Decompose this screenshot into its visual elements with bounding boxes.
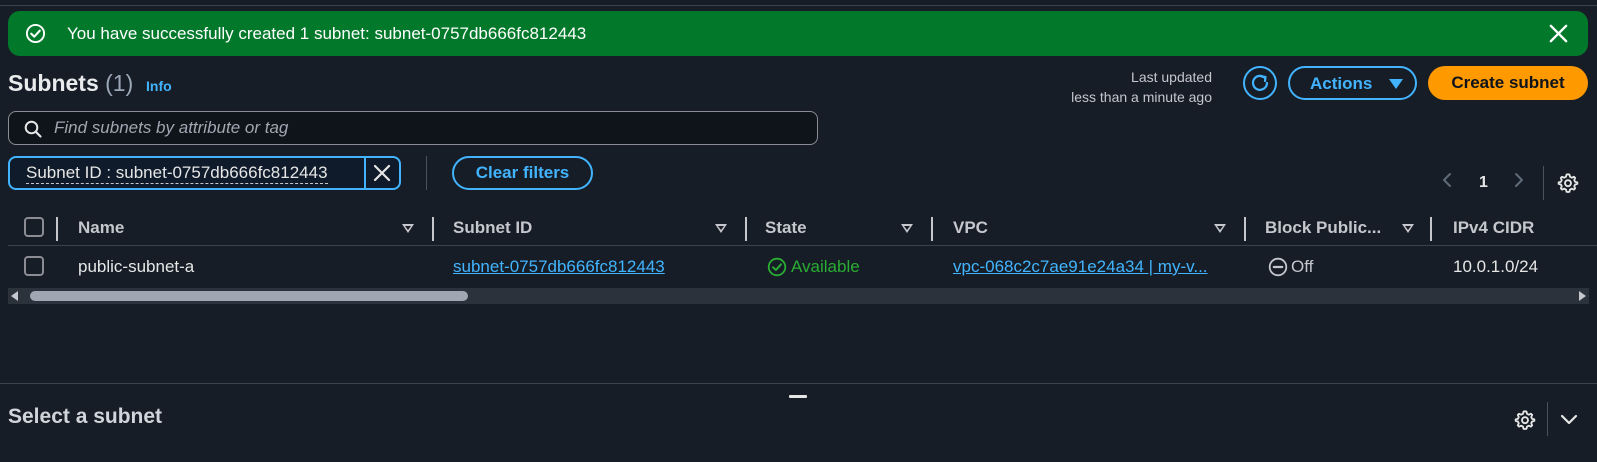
split-panel-resize-handle[interactable] — [789, 395, 807, 398]
column-divider[interactable] — [745, 217, 747, 241]
sort-caret-icon[interactable] — [1214, 224, 1226, 233]
previous-page-icon[interactable] — [1442, 172, 1452, 188]
last-updated-label: Last updated — [1131, 69, 1212, 85]
caret-down-icon — [1389, 79, 1403, 89]
refresh-button[interactable] — [1243, 66, 1277, 100]
column-divider[interactable] — [56, 217, 58, 241]
scroll-right-icon[interactable] — [1579, 291, 1586, 301]
page-number[interactable]: 1 — [1479, 174, 1488, 192]
actions-label: Actions — [1310, 74, 1373, 93]
column-header-name[interactable]: Name — [78, 218, 124, 238]
status-off-icon — [1268, 257, 1288, 277]
info-link[interactable]: Info — [146, 78, 172, 94]
subnet-count: (1) — [105, 70, 134, 96]
column-divider[interactable] — [931, 217, 933, 241]
filter-divider — [426, 156, 427, 190]
create-subnet-button[interactable]: Create subnet — [1428, 66, 1588, 100]
select-all-checkbox[interactable] — [24, 217, 44, 237]
column-header-vpc[interactable]: VPC — [953, 218, 988, 238]
page-title: Subnets (1) — [8, 70, 133, 97]
split-panel-separator — [1547, 402, 1548, 436]
column-header-block-public[interactable]: Block Public... — [1265, 218, 1381, 238]
pagination-divider — [1543, 166, 1544, 200]
flash-message: You have successfully created 1 subnet: … — [67, 24, 587, 43]
split-panel-divider — [0, 383, 1597, 384]
remove-filter-icon[interactable] — [372, 163, 392, 183]
column-header-ipv4-cidr[interactable]: IPv4 CIDR — [1453, 218, 1534, 238]
filter-token-label[interactable]: Subnet ID : subnet-0757db666fc812443 — [26, 163, 328, 184]
top-divider — [0, 5, 1597, 6]
column-header-state[interactable]: State — [765, 218, 807, 238]
gear-icon[interactable] — [1557, 172, 1579, 194]
cell-vpc-link[interactable]: vpc-068c2c7ae91e24a34 | my-v... — [953, 257, 1208, 277]
next-page-icon[interactable] — [1514, 172, 1524, 188]
success-flashbar: You have successfully created 1 subnet: … — [8, 11, 1588, 56]
search-icon — [24, 120, 42, 138]
page-title-text: Subnets — [8, 70, 99, 96]
dismiss-flash-icon[interactable] — [1547, 22, 1570, 45]
last-updated-value: less than a minute ago — [1071, 89, 1212, 105]
column-divider[interactable] — [432, 217, 434, 241]
column-header-subnet-id[interactable]: Subnet ID — [453, 218, 532, 238]
table-header-divider — [8, 245, 1597, 246]
refresh-icon — [1251, 74, 1269, 91]
sort-caret-icon[interactable] — [901, 224, 913, 233]
filter-token: Subnet ID : subnet-0757db666fc812443 — [8, 156, 401, 190]
status-available-icon — [767, 257, 787, 277]
cell-block-public: Off — [1291, 257, 1314, 276]
chevron-down-icon[interactable] — [1559, 413, 1579, 427]
cell-ipv4-cidr: 10.0.1.0/24 — [1453, 257, 1539, 276]
filter-token-divider — [364, 158, 366, 188]
clear-filters-button[interactable]: Clear filters — [452, 156, 593, 190]
split-panel-title: Select a subnet — [8, 405, 163, 428]
check-circle-icon — [25, 23, 46, 44]
row-checkbox[interactable] — [24, 256, 44, 276]
cell-subnet-id-link[interactable]: subnet-0757db666fc812443 — [453, 257, 665, 277]
sort-caret-icon[interactable] — [402, 224, 414, 233]
column-divider[interactable] — [1244, 217, 1246, 241]
search-input[interactable] — [54, 118, 794, 138]
column-divider[interactable] — [1430, 217, 1432, 241]
sort-caret-icon[interactable] — [715, 224, 727, 233]
cell-state: Available — [791, 257, 860, 276]
scrollbar-thumb[interactable] — [30, 291, 468, 301]
horizontal-scrollbar[interactable] — [8, 288, 1589, 304]
scroll-left-icon[interactable] — [11, 291, 18, 301]
cell-name: public-subnet-a — [78, 257, 195, 276]
actions-dropdown-button[interactable]: Actions — [1288, 66, 1417, 100]
last-updated: Last updated less than a minute ago — [1071, 67, 1212, 107]
search-bar — [8, 111, 818, 145]
gear-icon[interactable] — [1514, 409, 1536, 431]
sort-caret-icon[interactable] — [1402, 224, 1414, 233]
